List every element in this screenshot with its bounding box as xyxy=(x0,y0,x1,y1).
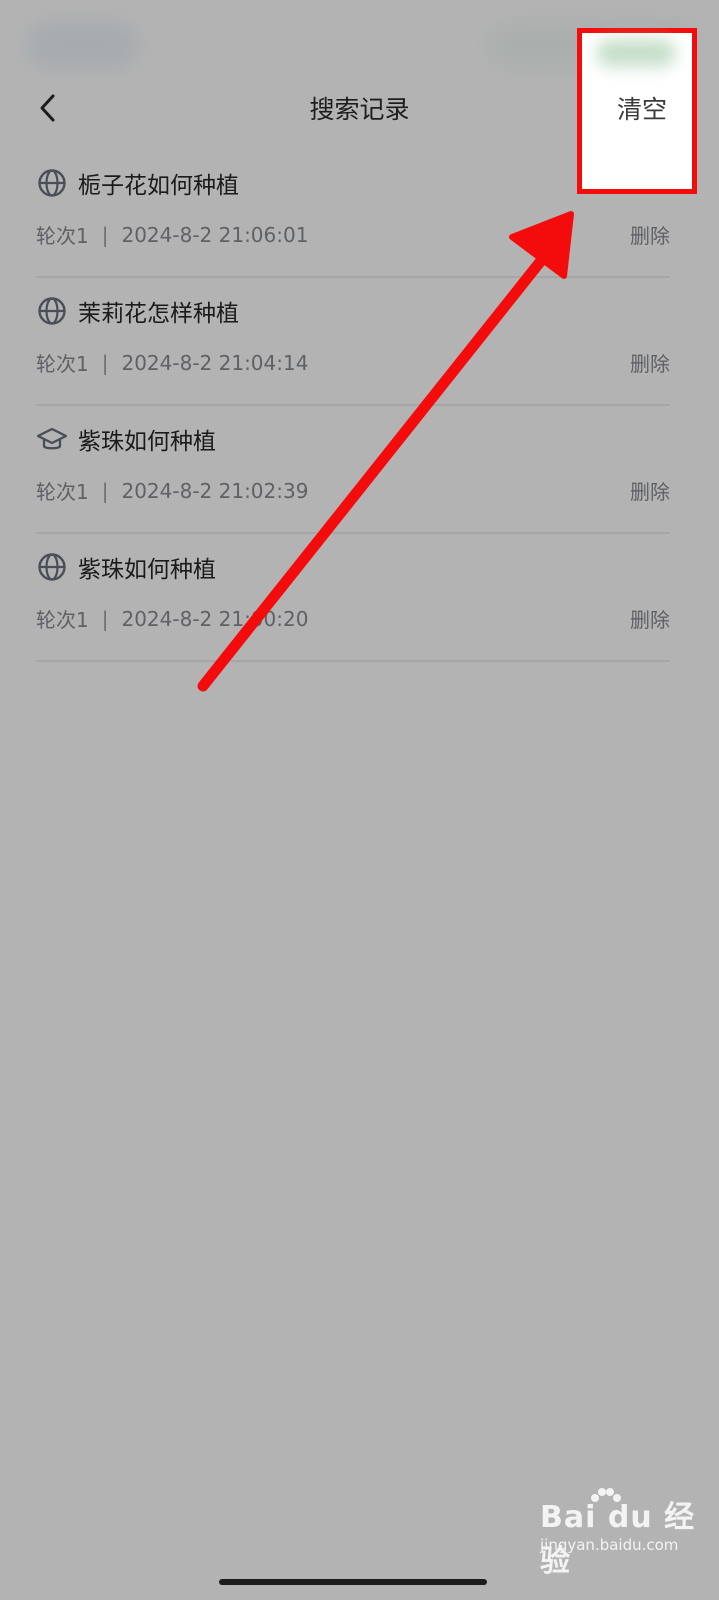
search-history-list: 栀子花如何种植 轮次1 | 2024-8-2 21:06:01 删除 茉莉花怎样… xyxy=(36,150,670,662)
history-time: 2024-8-2 21:04:14 xyxy=(121,350,309,375)
paw-icon xyxy=(591,1488,621,1502)
history-time: 2024-8-2 21:06:01 xyxy=(121,222,309,247)
history-time: 2024-8-2 21:02:39 xyxy=(121,478,309,503)
history-item[interactable]: 紫珠如何种植 轮次1 | 2024-8-2 21:02:39 删除 xyxy=(36,406,670,534)
history-query: 紫珠如何种植 xyxy=(78,557,216,583)
history-query: 栀子花如何种植 xyxy=(78,173,239,199)
history-meta: 轮次1 | 2024-8-2 21:00:20 xyxy=(36,604,308,633)
baidu-jingyan-watermark: Bai du 经验 jingyan.baidu.com xyxy=(540,1488,700,1579)
history-round: 轮次1 xyxy=(36,480,89,504)
delete-button[interactable]: 删除 xyxy=(630,476,670,505)
delete-button[interactable]: 删除 xyxy=(630,348,670,377)
meta-separator: | xyxy=(101,222,109,247)
history-query: 紫珠如何种植 xyxy=(78,429,216,455)
history-time: 2024-8-2 21:00:20 xyxy=(121,606,309,631)
meta-separator: | xyxy=(101,478,109,503)
watermark-url: jingyan.baidu.com xyxy=(540,1536,679,1554)
history-round: 轮次1 xyxy=(36,608,89,632)
globe-icon xyxy=(36,295,68,327)
globe-icon xyxy=(36,551,68,583)
history-round: 轮次1 xyxy=(36,224,89,248)
history-item[interactable]: 紫珠如何种植 轮次1 | 2024-8-2 21:00:20 删除 xyxy=(36,534,670,662)
clear-all-button[interactable]: 清空 xyxy=(617,90,667,126)
history-round: 轮次1 xyxy=(36,352,89,376)
top-bar: 搜索记录 清空 xyxy=(0,28,719,194)
history-item[interactable]: 栀子花如何种植 轮次1 | 2024-8-2 21:06:01 删除 xyxy=(36,150,670,278)
status-indicator-blur xyxy=(596,39,676,67)
delete-button[interactable]: 删除 xyxy=(630,604,670,633)
history-meta: 轮次1 | 2024-8-2 21:04:14 xyxy=(36,348,308,377)
status-bar-left-blur xyxy=(28,22,138,68)
graduation-cap-icon xyxy=(36,423,68,455)
history-meta: 轮次1 | 2024-8-2 21:06:01 xyxy=(36,220,308,249)
history-query: 茉莉花怎样种植 xyxy=(78,301,239,327)
meta-separator: | xyxy=(101,606,109,631)
meta-separator: | xyxy=(101,350,109,375)
globe-icon xyxy=(36,167,68,199)
delete-button[interactable]: 删除 xyxy=(630,220,670,249)
history-meta: 轮次1 | 2024-8-2 21:02:39 xyxy=(36,476,308,505)
home-indicator[interactable] xyxy=(219,1579,487,1585)
history-item[interactable]: 茉莉花怎样种植 轮次1 | 2024-8-2 21:04:14 删除 xyxy=(36,278,670,406)
